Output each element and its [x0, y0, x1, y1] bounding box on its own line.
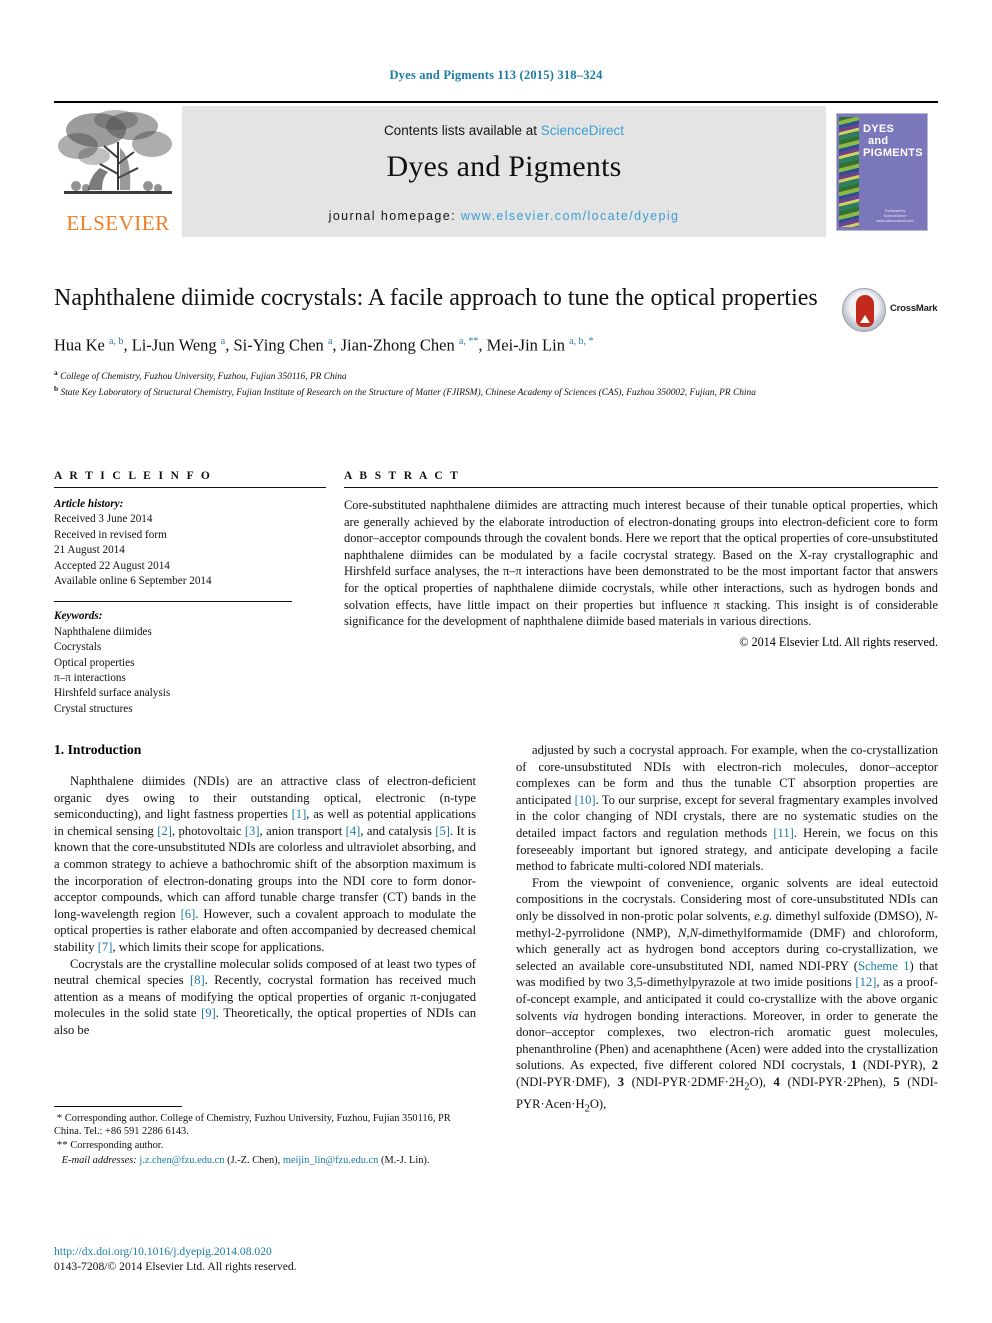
paragraph: Cocrystals are the crystalline molecular… [54, 956, 476, 1037]
article-history-label: Article history: [54, 498, 124, 510]
footnote-rule [54, 1106, 182, 1107]
abstract-copyright: © 2014 Elsevier Ltd. All rights reserved… [739, 634, 938, 649]
cover-footer: Published by ScienceDirect www.sciencedi… [866, 209, 924, 224]
abstract-text: Core-substituted naphthalene diimides ar… [344, 498, 938, 629]
footnote-corresponding-2: ** Corresponding author. [54, 1139, 476, 1152]
affiliation-a: a College of Chemistry, Fuzhou Universit… [54, 367, 347, 382]
contents-prefix: Contents lists available at [383, 123, 541, 138]
body-columns: 1. Introduction Naphthalene diimides (ND… [54, 742, 938, 1118]
right-column-paragraphs: adjusted by such a cocrystal approach. F… [516, 742, 938, 1118]
footnote-corresponding-1: * Corresponding author. College of Chemi… [54, 1112, 476, 1139]
list-item: 21 August 2014 [54, 544, 125, 557]
article-info-heading: A R T I C L E I N F O [54, 470, 213, 482]
email-link-1[interactable]: j.z.chen@fzu.edu.cn [139, 1155, 224, 1166]
info-abstract-block: A R T I C L E I N F O A B S T R A C T Ar… [54, 470, 938, 717]
article-history-list: Received 3 June 2014 Received in revised … [54, 512, 326, 589]
journal-title: Dyes and Pigments [386, 150, 622, 183]
list-item: Received in revised form [54, 528, 167, 541]
cover-title-line3: PIGMENTS [863, 146, 923, 159]
doi-block: http://dx.doi.org/10.1016/j.dyepig.2014.… [54, 1244, 554, 1274]
homepage-prefix: journal homepage: [328, 209, 461, 223]
list-item: π–π interactions [54, 672, 126, 685]
issn-copyright-line: 0143-7208/© 2014 Elsevier Ltd. All right… [54, 1260, 297, 1273]
cover-title-line2: and [868, 134, 889, 147]
cover-title-line1: DYES [863, 122, 895, 135]
author-list: Hua Ke a, b, Li-Jun Weng a, Si-Ying Chen… [54, 335, 594, 355]
footnote-emails: E-mail addresses: j.z.chen@fzu.edu.cn (J… [61, 1155, 430, 1167]
keywords-rule [54, 601, 292, 603]
list-item: Crystal structures [54, 702, 133, 715]
body-column-left: 1. Introduction Naphthalene diimides (ND… [54, 742, 476, 1118]
running-head: Dyes and Pigments 113 (2015) 318–324 [389, 68, 603, 82]
crossmark-label: CrossMark [890, 303, 938, 314]
page-title: Naphthalene diimide cocrystals: A facile… [54, 285, 818, 311]
affiliation-b: b State Key Laboratory of Structural Che… [54, 384, 756, 399]
journal-cover-thumbnail: DYES and PIGMENTS Published by ScienceDi… [826, 106, 938, 237]
list-item: Naphthalene diimides [54, 625, 152, 638]
crossmark-badge-group[interactable]: CrossMark [842, 288, 938, 334]
elsevier-logo: ELSEVIER [54, 106, 182, 237]
cover-footer-line3: www.sciencedirect.com [876, 218, 914, 223]
journal-article-page: Dyes and Pigments 113 (2015) 318–324 ELS… [0, 0, 992, 1323]
footnote-block: * Corresponding author. College of Chemi… [54, 1106, 476, 1168]
contents-lists-line: Contents lists available at ScienceDirec… [182, 123, 826, 138]
keywords-label: Keywords: [54, 610, 103, 623]
elsevier-wordmark: ELSEVIER [66, 211, 170, 235]
affiliation-list: a College of Chemistry, Fuzhou Universit… [54, 367, 938, 400]
list-item: Hirshfeld surface analysis [54, 687, 171, 700]
list-item: Cocrystals [54, 641, 102, 654]
list-item: Received 3 June 2014 [54, 513, 153, 526]
email-link-2[interactable]: meijin_lin@fzu.edu.cn [283, 1155, 379, 1166]
paragraph: From the viewpoint of convenience, organ… [516, 875, 939, 1115]
crossmark-notch-icon [860, 315, 870, 323]
abstract-heading: A B S T R A C T [344, 470, 461, 482]
sciencedirect-link[interactable]: ScienceDirect [541, 123, 624, 138]
journal-homepage-line: journal homepage: www.elsevier.com/locat… [182, 209, 826, 223]
footnote-2-text: Corresponding author. [70, 1139, 164, 1151]
email-2-owner: (M.-J. Lin). [380, 1155, 430, 1167]
body-column-right: adjusted by such a cocrystal approach. F… [516, 742, 938, 1118]
affiliation-b-text: State Key Laboratory of Structural Chemi… [60, 388, 756, 399]
keywords-list: Naphthalene diimides Cocrystals Optical pr… [54, 625, 326, 717]
paragraph: adjusted by such a cocrystal approach. F… [516, 743, 938, 874]
cover-pattern-strip [839, 116, 859, 227]
paragraph: Naphthalene diimides (NDIs) are an attra… [54, 774, 477, 954]
email-1-owner: (J.-Z. Chen) [227, 1155, 278, 1167]
asterisk-icon: * [54, 1112, 63, 1124]
masthead-center: Contents lists available at ScienceDirec… [182, 106, 826, 237]
list-item: Available online 6 September 2014 [54, 575, 212, 588]
abstract-rule [344, 487, 938, 488]
footnote-1-text: Corresponding author. College of Chemist… [54, 1113, 451, 1138]
section-heading-introduction: 1. Introduction [54, 742, 142, 757]
cover-title: DYES and PIGMENTS [863, 123, 925, 159]
doi-link[interactable]: http://dx.doi.org/10.1016/j.dyepig.2014.… [54, 1244, 554, 1259]
left-column-paragraphs: Naphthalene diimides (NDIs) are an attra… [54, 773, 476, 1039]
journal-homepage-url[interactable]: www.elsevier.com/locate/dyepig [461, 209, 679, 223]
list-item: Optical properties [54, 656, 135, 669]
email-addresses-label: E-mail addresses: [61, 1155, 137, 1167]
list-item: Accepted 22 August 2014 [54, 559, 170, 572]
crossmark-icon [842, 288, 886, 332]
article-info-rule [54, 487, 326, 488]
elsevier-tree-icon [58, 110, 172, 194]
double-asterisk-icon: ** [54, 1138, 68, 1151]
journal-masthead: ELSEVIER Contents lists available at Sci… [54, 101, 938, 237]
affiliation-a-text: College of Chemistry, Fuzhou University,… [60, 371, 347, 382]
title-block: Naphthalene diimide cocrystals: A facile… [54, 283, 938, 400]
cover-art: DYES and PIGMENTS Published by ScienceDi… [836, 112, 928, 231]
